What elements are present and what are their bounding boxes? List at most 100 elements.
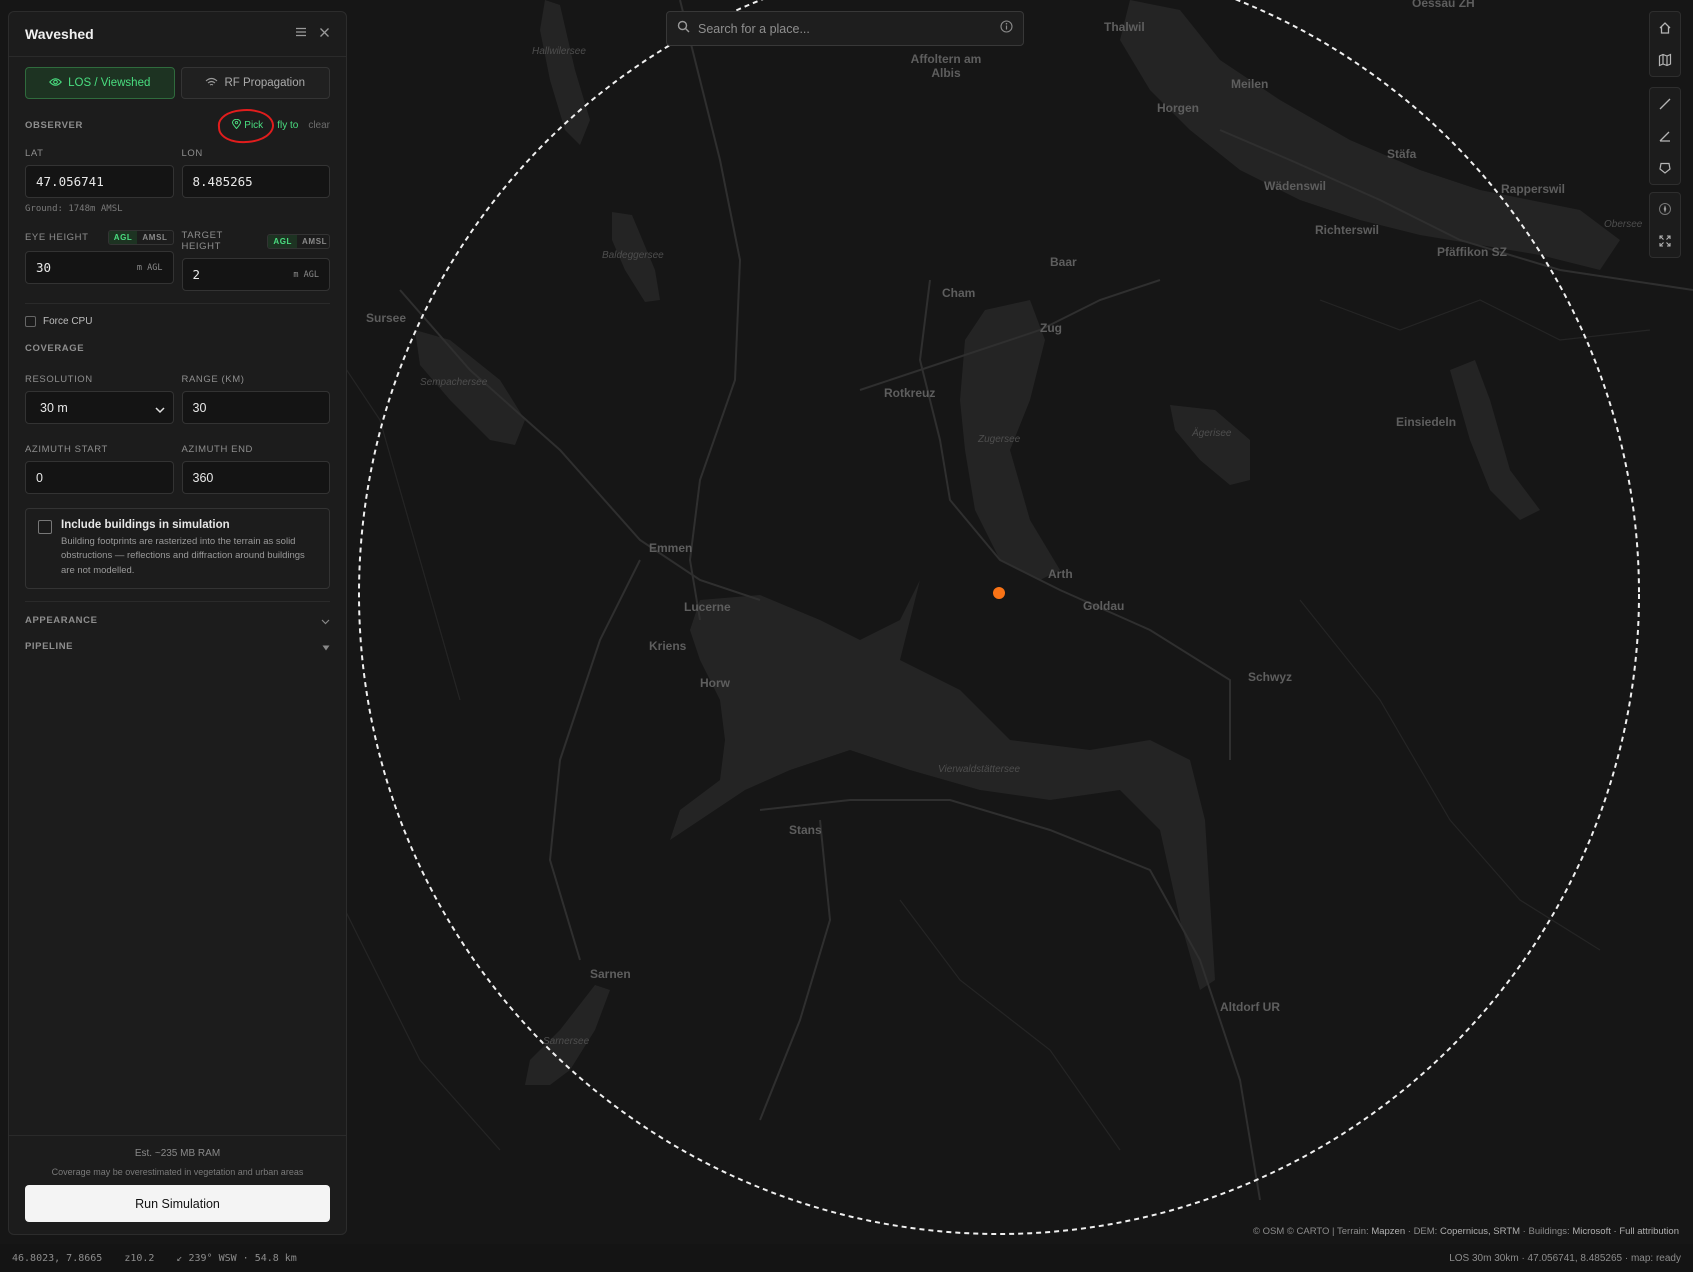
appearance-label: APPEARANCE xyxy=(25,615,98,627)
eye-height-mode-toggle[interactable]: AGL AMSL xyxy=(107,230,174,245)
bearing-distance: ↙ 239° WSW · 54.8 km xyxy=(176,1252,297,1264)
map-label-town: Emmen xyxy=(649,541,693,555)
target-height-input[interactable]: 2 m AGL xyxy=(181,258,330,291)
target-amsl-option[interactable]: AMSL xyxy=(297,235,329,248)
panel-header: Waveshed xyxy=(9,12,346,57)
map-attribution: © OSM © CARTO | Terrain: Mapzen · DEM: C… xyxy=(1253,1226,1679,1237)
attribution-prefix: © OSM © CARTO | Terrain: xyxy=(1252,1226,1372,1237)
chevron-down-icon xyxy=(321,612,330,630)
tab-los-viewshed[interactable]: LOS / Viewshed xyxy=(25,67,175,99)
map-layers-icon[interactable] xyxy=(1649,44,1681,76)
appearance-section-toggle[interactable]: APPEARANCE xyxy=(9,608,346,634)
attribution-dem-link[interactable]: Copernicus, SRTM xyxy=(1440,1226,1520,1237)
search-bar[interactable]: Search for a place... xyxy=(666,11,1024,46)
buildings-option: Include buildings in simulation Building… xyxy=(25,508,330,589)
menu-icon[interactable] xyxy=(295,25,307,43)
measure-angle-icon[interactable] xyxy=(1649,120,1681,152)
force-cpu-checkbox[interactable]: Force CPU xyxy=(25,316,330,327)
azimuth-start-input[interactable]: 0 xyxy=(25,461,174,494)
lon-input[interactable]: 8.485265 xyxy=(181,165,330,198)
fullscreen-icon[interactable] xyxy=(1649,225,1681,257)
eye-height-value: 30 xyxy=(36,260,52,275)
map-label-water: Obersee xyxy=(1604,219,1643,230)
range-input[interactable]: 30 xyxy=(181,391,330,424)
target-height-unit: m AGL xyxy=(293,269,319,280)
pipeline-section-toggle[interactable]: PIPELINE xyxy=(9,634,346,660)
range-label: RANGE (KM) xyxy=(181,374,245,385)
map-label-town: Zug xyxy=(1040,321,1062,335)
attribution-buildings-link[interactable]: Microsoft xyxy=(1572,1226,1611,1237)
compass-icon[interactable] xyxy=(1649,193,1681,225)
draw-toolbar xyxy=(1649,87,1681,185)
view-toolbar xyxy=(1649,192,1681,258)
map-label-town: Pfäffikon SZ xyxy=(1437,245,1508,259)
lat-input[interactable]: 47.056741 xyxy=(25,165,174,198)
info-icon[interactable] xyxy=(1000,19,1013,38)
close-icon[interactable] xyxy=(319,25,330,43)
zoom-level: z10.2 xyxy=(124,1252,155,1264)
map-label-town: Thalwil xyxy=(1104,20,1145,34)
map-label-town: Arth xyxy=(1048,567,1073,581)
eye-height-unit: m AGL xyxy=(136,262,163,273)
tab-label: LOS / Viewshed xyxy=(68,77,151,89)
target-agl-option[interactable]: AGL xyxy=(268,234,298,248)
coverage-section-label: COVERAGE xyxy=(25,343,85,354)
eye-amsl-option[interactable]: AMSL xyxy=(137,231,172,244)
eye-height-input[interactable]: 30 m AGL xyxy=(25,251,174,284)
run-simulation-button[interactable]: Run Simulation xyxy=(25,1185,330,1222)
target-height-value: 2 xyxy=(192,267,201,282)
target-height-mode-toggle[interactable]: AGL AMSL xyxy=(267,233,330,249)
map-label-town: Horgen xyxy=(1157,101,1199,115)
map-label-town: Richterswil xyxy=(1315,223,1380,237)
side-panel: Waveshed LOS / Viewshed RF Propagation O… xyxy=(8,11,347,1235)
map-label-town: Goldau xyxy=(1083,599,1125,613)
map-label-town: Lucerne xyxy=(684,600,731,614)
map-label-town: Oessau ZH xyxy=(1412,0,1475,10)
map-label-water: Baldeggersee xyxy=(602,250,664,261)
azimuth-start-label: AZIMUTH START xyxy=(25,444,108,455)
full-attribution-link[interactable]: · Full attribution xyxy=(1611,1226,1680,1237)
map-label-water: Sempachersee xyxy=(420,377,488,388)
clear-link[interactable]: clear xyxy=(308,120,330,131)
eye-agl-option[interactable]: AGL xyxy=(108,231,138,244)
map-label-water: Hallwilersee xyxy=(532,46,586,57)
map-label-water: Sarnersee xyxy=(543,1036,590,1047)
map-label-water: Ägerisee xyxy=(1192,428,1232,439)
map-label-town: Sarnen xyxy=(590,967,631,981)
attribution-dem-prefix: · DEM: xyxy=(1405,1226,1440,1237)
target-height-label: TARGET HEIGHT xyxy=(181,230,223,252)
map-label-town: Altdorf UR xyxy=(1220,1000,1280,1014)
buildings-title: Include buildings in simulation xyxy=(61,519,230,531)
buildings-description: Building footprints are rasterized into … xyxy=(61,536,305,576)
map-label-water: Zugersee xyxy=(978,434,1021,445)
resolution-select[interactable]: 30 m xyxy=(25,391,174,424)
resolution-value: 30 m xyxy=(40,400,68,415)
panel-footer: Est. ~235 MB RAM Coverage may be overest… xyxy=(9,1135,346,1234)
lon-label: LON xyxy=(181,148,203,159)
red-annotation-circle xyxy=(217,107,276,145)
pick-button[interactable]: Pick xyxy=(217,107,276,145)
ram-estimate: Est. ~235 MB RAM xyxy=(134,1148,221,1159)
map-label-town: Sursee xyxy=(366,311,407,325)
fly-to-link[interactable]: fly to xyxy=(277,120,298,131)
status-summary: LOS 30m 30km · 47.056741, 8.485265 · map… xyxy=(1449,1252,1681,1264)
search-input[interactable]: Search for a place... xyxy=(698,22,992,36)
map-label-town: Schwyz xyxy=(1248,670,1293,684)
measure-line-icon[interactable] xyxy=(1649,88,1681,120)
wifi-icon xyxy=(205,77,218,90)
observer-marker[interactable] xyxy=(993,587,1005,599)
map-label-town: Rapperswil xyxy=(1501,182,1566,196)
buildings-checkbox[interactable] xyxy=(38,520,52,534)
eye-icon xyxy=(49,77,63,90)
checkbox-box[interactable] xyxy=(25,316,36,327)
map-label-town: Horw xyxy=(700,676,730,690)
map-label-town: Kriens xyxy=(649,639,687,653)
tab-rf-propagation[interactable]: RF Propagation xyxy=(180,67,330,99)
status-bar: 46.8023, 7.8665 z10.2 ↙ 239° WSW · 54.8 … xyxy=(0,1244,1693,1272)
mode-tabs: LOS / Viewshed RF Propagation xyxy=(9,57,346,99)
map-nav-toolbar xyxy=(1649,11,1681,77)
home-icon[interactable] xyxy=(1649,12,1681,44)
polygon-icon[interactable] xyxy=(1649,152,1681,184)
attribution-terrain-link[interactable]: Mapzen xyxy=(1371,1226,1405,1237)
azimuth-end-input[interactable]: 360 xyxy=(181,461,330,494)
